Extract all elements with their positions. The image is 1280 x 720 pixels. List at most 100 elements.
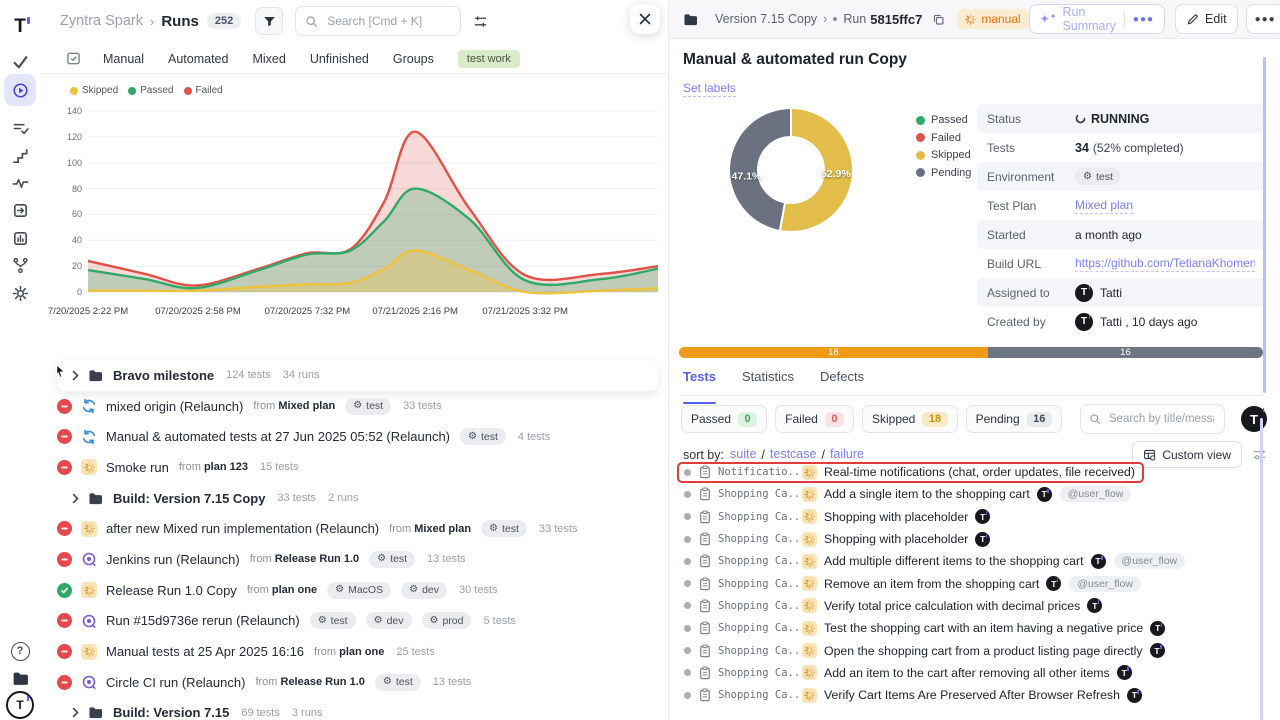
projects-folder-icon[interactable] <box>4 664 36 692</box>
run-row-title[interactable]: Jenkins run (Relaunch) <box>106 552 240 567</box>
test-title[interactable]: Add multiple different items to the shop… <box>824 554 1084 568</box>
test-title[interactable]: Test the shopping cart with an item havi… <box>824 621 1143 635</box>
runs-tab-automated[interactable]: Automated <box>168 52 228 66</box>
run-row[interactable]: Manual & automated tests at 27 Jun 2025 … <box>40 421 668 452</box>
help-icon[interactable]: ? <box>4 637 36 665</box>
test-row[interactable]: Shopping Ca... Test the shopping cart wi… <box>677 617 1267 639</box>
run-breadcrumb-folder[interactable]: Version 7.15 Copy <box>715 12 817 26</box>
test-row[interactable]: Shopping Ca... Shopping with placeholder… <box>677 528 1267 550</box>
test-row[interactable]: Shopping Ca... Remove an item from the s… <box>677 572 1267 594</box>
test-row[interactable]: Shopping Ca... Shopping with placeholder… <box>677 506 1267 528</box>
test-search[interactable] <box>1080 404 1225 434</box>
test-title[interactable]: Add an item to the cart after removing a… <box>824 666 1110 680</box>
expand-chevron-icon[interactable] <box>72 370 79 381</box>
set-labels-link[interactable]: Set labels <box>683 81 736 97</box>
test-title[interactable]: Add a single item to the shopping cart <box>824 487 1030 501</box>
reports-chart-icon[interactable] <box>4 224 36 252</box>
test-search-input[interactable] <box>1107 412 1216 426</box>
analytics-pulse-icon[interactable] <box>4 169 36 197</box>
run-row-title[interactable]: Smoke run <box>106 460 169 475</box>
more-actions-button[interactable]: ●●● <box>1246 4 1280 34</box>
search-adjustments-icon[interactable] <box>473 14 488 29</box>
test-plans-icon[interactable] <box>4 114 36 142</box>
test-row[interactable]: Shopping Ca... Add an item to the cart a… <box>677 662 1267 684</box>
test-title[interactable]: Verify Cart Items Are Preserved After Br… <box>824 688 1120 702</box>
runs-search[interactable] <box>295 6 461 36</box>
user-avatar[interactable]: T <box>4 691 36 719</box>
tests-check-icon[interactable] <box>4 48 36 76</box>
copy-run-id-icon[interactable] <box>932 13 945 26</box>
test-title[interactable]: Remove an item from the shopping cart <box>824 577 1039 591</box>
tag-test-work[interactable]: test work <box>458 50 520 68</box>
suite-name[interactable]: Shopping Ca... <box>718 600 802 612</box>
test-row[interactable]: Shopping Ca... Add multiple different it… <box>677 550 1267 572</box>
run-group-row[interactable]: Build: Version 7.15 69 tests 3 runs <box>40 698 668 720</box>
detail-scrollbar[interactable] <box>1263 57 1267 393</box>
select-runs-icon[interactable] <box>66 51 81 66</box>
run-row[interactable]: Smoke runfrom plan 12315 tests <box>40 452 668 483</box>
test-list-scrollbar[interactable] <box>1260 418 1264 720</box>
filter-passed[interactable]: Passed0 <box>681 405 767 433</box>
run-row[interactable]: Jenkins run (Relaunch)from Release Run 1… <box>40 544 668 575</box>
summary-more-icon[interactable]: ●●● <box>1133 14 1154 25</box>
test-row[interactable]: Shopping Ca... Open the shopping cart fr… <box>677 639 1267 661</box>
suite-name[interactable]: Shopping Ca... <box>718 488 802 500</box>
test-title[interactable]: Shopping with placeholder <box>824 532 968 546</box>
expand-chevron-icon[interactable] <box>72 707 79 718</box>
user-avatar[interactable]: T <box>1241 406 1267 432</box>
suite-name[interactable]: Shopping Ca... <box>718 689 802 701</box>
expand-chevron-icon[interactable] <box>72 493 79 504</box>
suite-name[interactable]: Shopping Ca... <box>718 667 802 679</box>
detail-tab-tests[interactable]: Tests <box>683 369 716 395</box>
suite-name[interactable]: Shopping Ca... <box>718 555 802 567</box>
filter-pending[interactable]: Pending16 <box>966 405 1062 433</box>
branches-icon[interactable] <box>4 251 36 279</box>
run-row-title[interactable]: mixed origin (Relaunch) <box>106 399 243 414</box>
filter-button[interactable] <box>255 7 283 35</box>
run-row[interactable]: Run #15d9736e rerun (Relaunch)⚙test⚙dev⚙… <box>40 606 668 637</box>
milestones-icon[interactable] <box>4 142 36 170</box>
run-summary-button[interactable]: ✦✦Run Summary●●● <box>1029 4 1165 34</box>
suite-name[interactable]: Notificatio... <box>718 466 802 478</box>
suite-name[interactable]: Shopping Ca... <box>718 533 802 545</box>
run-row[interactable]: Release Run 1.0 Copyfrom plan one⚙MacOS⚙… <box>40 575 668 606</box>
edit-button[interactable]: Edit <box>1175 4 1238 34</box>
group-title[interactable]: Build: Version 7.15 <box>113 705 229 720</box>
run-row[interactable]: Manual tests at 25 Apr 2025 16:16from pl… <box>40 636 668 667</box>
pull-requests-icon[interactable] <box>4 196 36 224</box>
group-title[interactable]: Build: Version 7.15 Copy <box>113 491 265 506</box>
runs-search-input[interactable] <box>325 13 451 29</box>
detail-tab-statistics[interactable]: Statistics <box>742 369 794 395</box>
run-row-title[interactable]: Release Run 1.0 Copy <box>106 583 237 598</box>
run-group-row[interactable]: Bravo milestone 124 tests 34 runs <box>40 360 668 391</box>
runs-tab-manual[interactable]: Manual <box>103 52 144 66</box>
run-row[interactable]: mixed origin (Relaunch)from Mixed plan⚙t… <box>40 391 668 422</box>
group-title[interactable]: Bravo milestone <box>113 368 214 383</box>
detail-tab-defects[interactable]: Defects <box>820 369 864 395</box>
field-link[interactable]: Mixed plan <box>1075 198 1133 214</box>
run-row-title[interactable]: Manual & automated tests at 27 Jun 2025 … <box>106 429 450 444</box>
test-row[interactable]: Shopping Ca... Add a single item to the … <box>677 483 1267 505</box>
field-link[interactable]: https://github.com/TetianaKhomen... <box>1075 256 1255 272</box>
suite-name[interactable]: Shopping Ca... <box>718 578 802 590</box>
breadcrumb-project[interactable]: Zyntra Spark <box>60 13 143 29</box>
run-row-title[interactable]: after new Mixed run implementation (Rela… <box>106 521 379 536</box>
close-panel-button[interactable] <box>630 4 660 34</box>
run-row-title[interactable]: Circle CI run (Relaunch) <box>106 675 245 690</box>
test-row[interactable]: Notificatio... Real-time notifications (… <box>677 461 1267 483</box>
test-row[interactable]: Shopping Ca... Verify total price calcul… <box>677 595 1267 617</box>
filter-failed[interactable]: Failed0 <box>775 405 854 433</box>
runs-tab-groups[interactable]: Groups <box>393 52 434 66</box>
suite-name[interactable]: Shopping Ca... <box>718 645 802 657</box>
runs-icon[interactable] <box>4 74 36 106</box>
test-title[interactable]: Shopping with placeholder <box>824 510 968 524</box>
suite-name[interactable]: Shopping Ca... <box>718 622 802 634</box>
runs-tab-mixed[interactable]: Mixed <box>252 52 285 66</box>
suite-name[interactable]: Shopping Ca... <box>718 511 802 523</box>
breadcrumb-section[interactable]: Runs <box>161 13 199 30</box>
run-row-title[interactable]: Manual tests at 25 Apr 2025 16:16 <box>106 644 304 659</box>
run-group-row[interactable]: Build: Version 7.15 Copy 33 tests 2 runs <box>40 483 668 514</box>
filter-skipped[interactable]: Skipped18 <box>862 405 958 433</box>
run-row[interactable]: after new Mixed run implementation (Rela… <box>40 513 668 544</box>
run-row-title[interactable]: Run #15d9736e rerun (Relaunch) <box>106 613 300 628</box>
